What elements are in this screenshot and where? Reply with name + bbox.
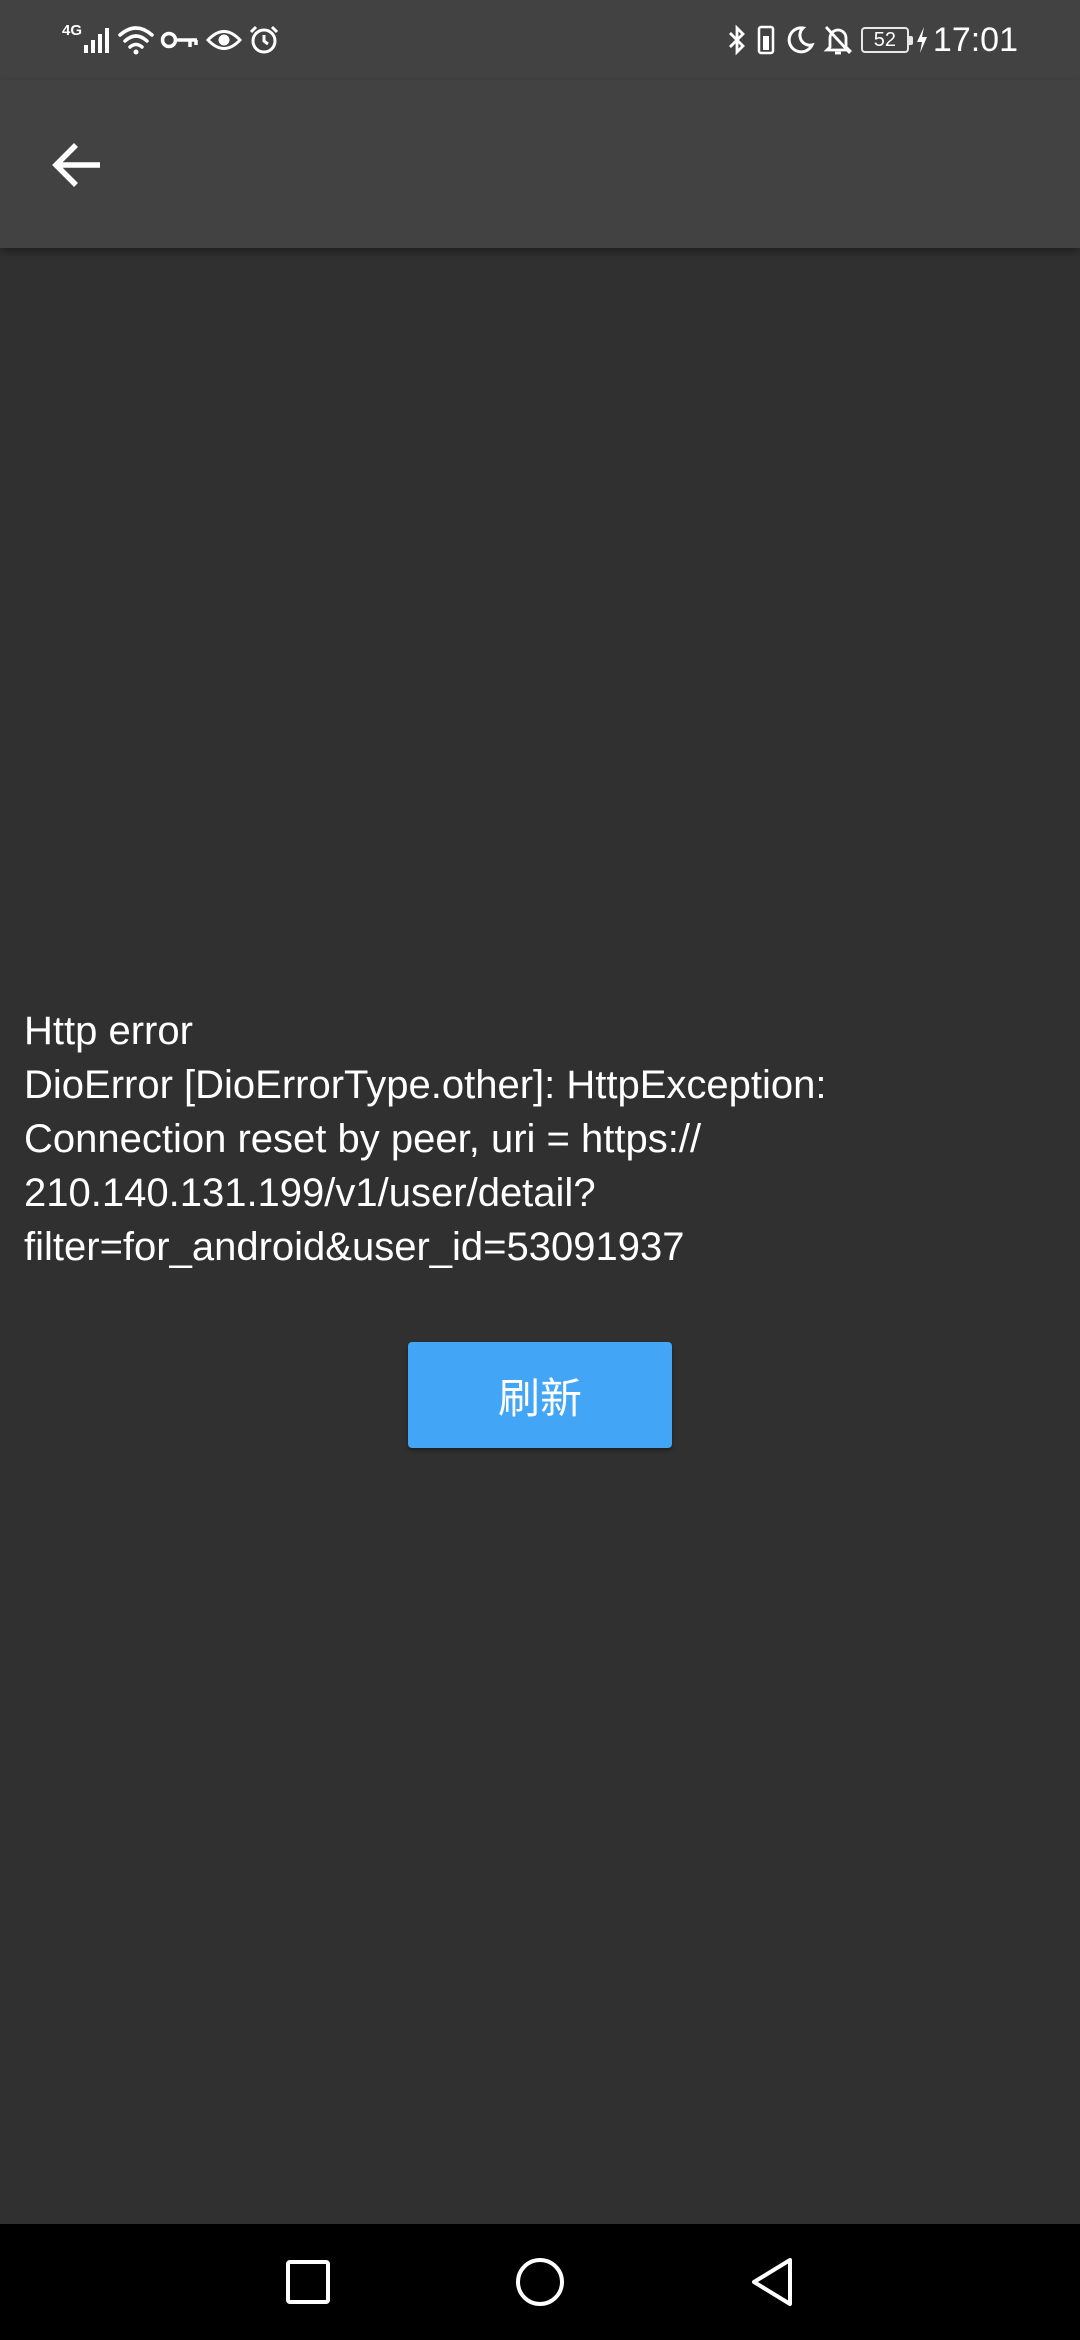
signal-icon <box>82 25 112 55</box>
bell-off-icon <box>823 24 853 56</box>
screen: 4G 52 17:01 Http error DioError [DioErro… <box>0 0 1080 2340</box>
arrow-left-icon <box>52 143 100 187</box>
error-line: DioError [DioErrorType.other]: HttpExcep… <box>24 1063 827 1107</box>
bluetooth-icon <box>727 24 747 56</box>
battery-level: 52 <box>873 28 897 51</box>
battery-icon: 52 <box>860 27 913 53</box>
status-bar: 4G 52 17:01 <box>0 0 1080 80</box>
wifi-icon <box>118 25 154 55</box>
error-title: Http error <box>24 1009 193 1053</box>
charging-icon <box>915 26 929 54</box>
error-line: 210.140.131.199/v1/user/detail? <box>24 1171 596 1215</box>
error-message: Http error DioError [DioErrorType.other]… <box>24 1004 1054 1274</box>
battery-vibrate-icon <box>755 24 777 56</box>
error-line: filter=for_android&user_id=53091937 <box>24 1225 685 1269</box>
triangle-back-icon <box>752 2258 792 2306</box>
refresh-button[interactable]: 刷新 <box>408 1342 672 1448</box>
system-nav-bar <box>0 2224 1080 2340</box>
recents-button[interactable] <box>278 2252 338 2312</box>
app-bar <box>0 80 1080 248</box>
alarm-icon <box>248 24 280 56</box>
status-right: 52 17:01 <box>719 18 1018 62</box>
nav-back-button[interactable] <box>742 2252 802 2312</box>
refresh-button-label: 刷新 <box>497 1373 582 1423</box>
moon-icon <box>785 25 815 55</box>
circle-home-icon <box>516 2258 564 2306</box>
square-recents-icon <box>286 2260 330 2304</box>
error-line: Connection reset by peer, uri = https:// <box>24 1117 702 1161</box>
home-button[interactable] <box>510 2252 570 2312</box>
network-type-label: 4G <box>62 21 83 39</box>
clock-time: 17:01 <box>932 20 1018 59</box>
eye-icon <box>206 27 243 53</box>
back-button[interactable] <box>42 130 112 200</box>
status-left: 4G <box>62 18 286 62</box>
vpn-key-icon <box>160 28 200 52</box>
